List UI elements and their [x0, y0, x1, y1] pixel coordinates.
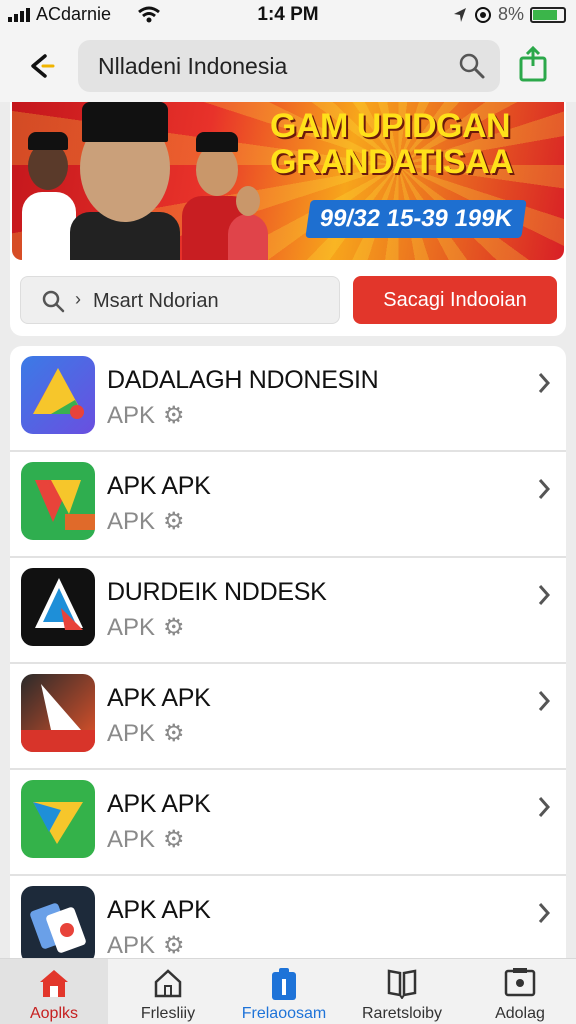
orange-desk-app-icon — [21, 674, 95, 752]
app-subtitle: APK ⚙ — [107, 719, 185, 748]
banner-price: 99/32 15-39 199K — [305, 200, 527, 238]
list-item[interactable]: APK APK APK ⚙ — [10, 452, 566, 558]
nav-label: Adolag — [495, 1005, 545, 1022]
list-item[interactable]: APK APK APK ⚙ — [10, 876, 566, 958]
app-list: DADALAGH NDONESIN APK ⚙ APK APK APK ⚙ DURD… — [10, 346, 566, 958]
search-input[interactable]: Nlladeni Indonesia — [78, 40, 500, 92]
nav-label: Frelaoosam — [241, 1005, 327, 1022]
status-bar: ACdarnie 1:4 PM 8% — [0, 0, 576, 30]
location-icon — [453, 7, 466, 22]
bottom-nav: Aoplks Frlesliiy Frelaoosam Raretsloiby … — [0, 958, 576, 1024]
list-item[interactable]: DADALAGH NDONESIN APK ⚙ — [10, 346, 566, 452]
book-icon — [387, 969, 417, 999]
app-type-label: APK — [107, 507, 156, 535]
nav-label: Frlesliiy — [140, 1005, 196, 1022]
app-type-label: APK — [107, 825, 156, 853]
gear-icon: ⚙ — [163, 932, 185, 958]
gear-icon: ⚙ — [163, 826, 185, 853]
app-type-label: APK — [107, 931, 156, 959]
search-icon — [42, 290, 65, 313]
search-query-text: Nlladeni Indonesia — [98, 53, 288, 79]
app-subtitle: APK ⚙ — [107, 613, 185, 642]
chevron-right-icon — [538, 479, 551, 499]
app-type-label: APK — [107, 719, 156, 747]
promo-banner[interactable]: GAM UPIDGAN GRANDATISAA 99/32 15-39 199K — [12, 102, 564, 260]
app-title: APK APK — [107, 896, 211, 924]
drive-triangle-icon — [21, 356, 95, 434]
chevron-right-icon — [538, 373, 551, 393]
banner-person-main — [60, 102, 190, 260]
top-bar: Nlladeni Indonesia — [0, 30, 576, 102]
secondary-search-input[interactable]: › Msart Ndorian — [20, 276, 340, 324]
dark-cards-app-icon — [21, 886, 95, 958]
gear-icon: ⚙ — [163, 720, 185, 747]
list-item[interactable]: APK APK APK ⚙ — [10, 770, 566, 876]
nav-rarities[interactable]: Raretsloiby — [350, 959, 454, 1024]
chevron-right-icon — [538, 585, 551, 605]
app-title: APK APK — [107, 472, 211, 500]
app-subtitle: APK ⚙ — [107, 825, 185, 854]
secondary-search-text: Msart Ndorian — [93, 290, 219, 312]
gear-icon: ⚙ — [163, 614, 185, 641]
house-outline-icon — [154, 969, 182, 998]
back-arrow-icon — [31, 54, 55, 78]
battery-percent: 8% — [497, 4, 524, 24]
chevron-right-icon — [538, 903, 551, 923]
app-subtitle: APK ⚙ — [107, 507, 185, 536]
chevron-right-icon — [538, 691, 551, 711]
app-title: DADALAGH NDONESIN — [107, 366, 379, 394]
clipboard-icon — [272, 968, 296, 1000]
featured-card: GAM UPIDGAN GRANDATISAA 99/32 15-39 199K… — [10, 102, 566, 336]
nav-friends[interactable]: Frlesliiy — [116, 959, 220, 1024]
alarm-icon — [474, 6, 491, 23]
share-icon — [519, 45, 547, 82]
app-subtitle: APK ⚙ — [107, 931, 185, 959]
app-type-label: APK — [107, 401, 156, 429]
search-icon[interactable] — [458, 52, 486, 80]
nav-label: Raretsloiby — [361, 1005, 443, 1022]
app-subtitle: APK ⚙ — [107, 401, 185, 430]
home-icon — [40, 970, 68, 997]
chevron-right-icon — [538, 797, 551, 817]
gear-icon: ⚙ — [163, 508, 185, 535]
green-red-app-icon — [21, 462, 95, 540]
app-title: APK APK — [107, 684, 211, 712]
nav-label: Aoplks — [29, 1005, 79, 1022]
back-button[interactable] — [22, 46, 62, 86]
app-type-label: APK — [107, 613, 156, 641]
banner-headline: GAM UPIDGAN GRANDATISAA — [270, 108, 550, 180]
battery-icon — [530, 6, 566, 23]
banner-headline-line2: GRANDATISAA — [270, 143, 514, 181]
status-right: 8% — [452, 4, 566, 25]
nav-releases[interactable]: Frelaoosam — [232, 959, 336, 1024]
banner-headline-line1: GAM UPIDGAN — [270, 107, 511, 145]
chevron-right-icon: › — [75, 289, 81, 309]
app-title: DURDEIK NDDESK — [107, 578, 327, 606]
banner-person-small — [228, 178, 268, 260]
app-title: APK APK — [107, 790, 211, 818]
nav-apps[interactable]: Aoplks — [0, 959, 108, 1024]
search-indonesia-button[interactable]: Sacagi Indooian — [353, 276, 557, 324]
share-button[interactable] — [518, 45, 554, 86]
green-play-app-icon — [21, 780, 95, 858]
black-shield-app-icon — [21, 568, 95, 646]
screen-icon — [504, 968, 536, 997]
nav-adolag[interactable]: Adolag — [468, 959, 572, 1024]
gear-icon: ⚙ — [163, 402, 185, 429]
list-item[interactable]: DURDEIK NDDESK APK ⚙ — [10, 558, 566, 664]
list-item[interactable]: APK APK APK ⚙ — [10, 664, 566, 770]
